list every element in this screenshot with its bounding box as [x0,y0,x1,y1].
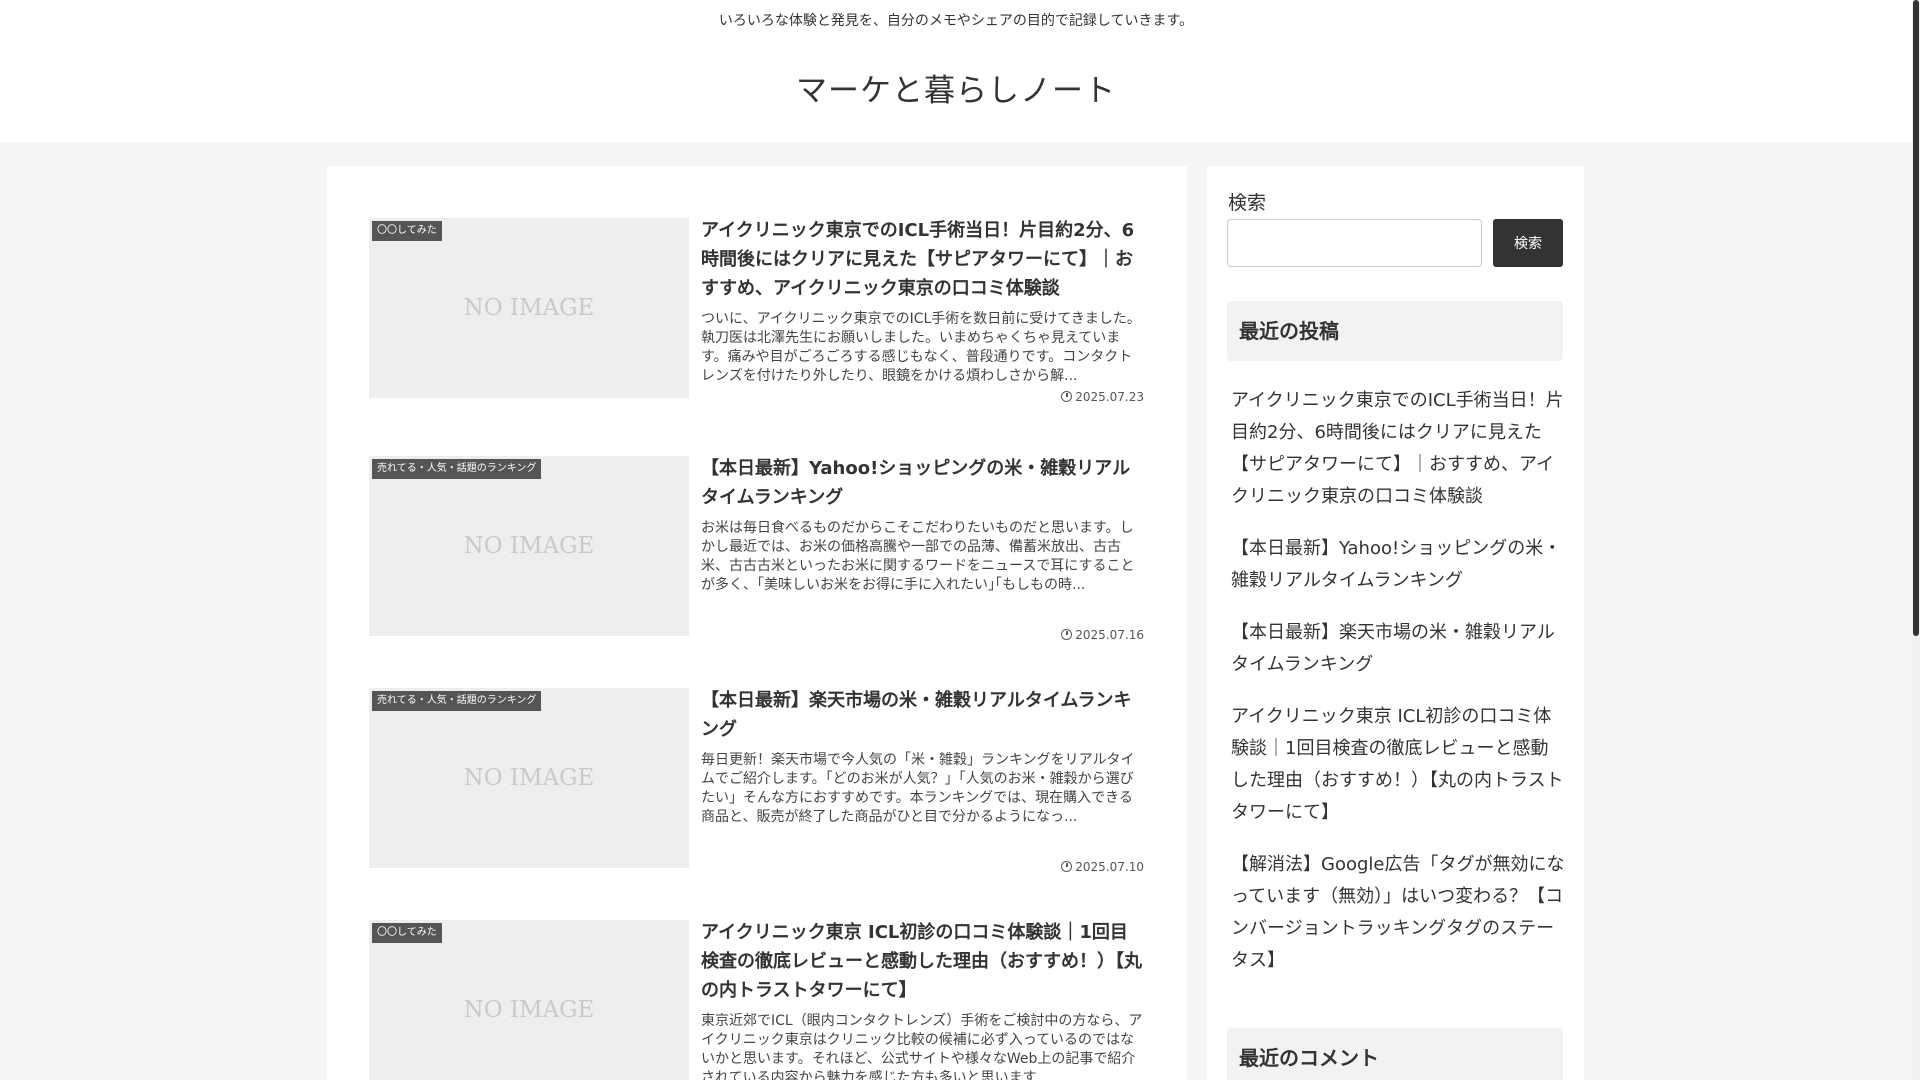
post-card[interactable]: NO IMAGE 〇〇してみた アイクリニック東京でのICL手術当日！片目約2分… [369,216,1144,404]
post-card[interactable]: NO IMAGE 〇〇してみた アイクリニック東京 ICL初診の口コミ体験談｜1… [369,920,1144,1080]
post-card-body: アイクリニック東京 ICL初診の口コミ体験談｜1回目検査の徹底レビューと感動した… [701,918,1144,1080]
post-card-body: 【本日最新】楽天市場の米・雑穀リアルタイムランキング 毎日更新！楽天市場で今人気… [701,686,1144,874]
no-image-placeholder: NO IMAGE [463,533,595,559]
post-date: 2025.07.23 [1061,390,1144,404]
category-label: 〇〇してみた [372,221,442,241]
post-card[interactable]: NO IMAGE 売れてる・人気・話題のランキング 【本日最新】楽天市場の米・雑… [369,686,1144,874]
post-snippet: お米は毎日食べるものだからこそこだわりたいものだと思います。しかし最近では、お米… [701,520,1135,593]
search-button[interactable]: 検索 [1493,219,1563,267]
list-item: アイクリニック東京でのICL手術当日！片目約2分、6時間後にはクリアに見えた【サ… [1231,385,1566,513]
recent-posts-list: アイクリニック東京でのICL手術当日！片目約2分、6時間後にはクリアに見えた【サ… [1231,385,1566,997]
post-card-body: 【本日最新】Yahoo!ショッピングの米・雑穀リアルタイムランキング お米は毎日… [701,454,1144,642]
scrollbar-thumb[interactable] [1913,0,1919,636]
recent-post-link[interactable]: 【解消法】Google広告「タグが無効になっています（無効）」はいつ変わる？【コ… [1231,849,1566,977]
clock-icon [1061,391,1073,402]
category-label: 〇〇してみた [372,923,442,943]
post-date-text: 2025.07.16 [1075,628,1144,642]
site-header: いろいろな体験と発見を、自分のメモやシェアの目的で記録していきます。 マーケと暮… [0,0,1912,142]
post-card-body: アイクリニック東京でのICL手術当日！片目約2分、6時間後にはクリアに見えた【サ… [701,216,1144,404]
no-image-placeholder: NO IMAGE [463,295,595,321]
search-label: 検索 [1228,192,1267,214]
post-date-text: 2025.07.10 [1075,860,1144,874]
recent-post-link[interactable]: 【本日最新】楽天市場の米・雑穀リアルタイムランキング [1231,617,1566,681]
clock-icon [1061,861,1073,872]
clock-icon [1061,629,1073,640]
post-date: 2025.07.10 [1061,860,1144,874]
recent-post-link[interactable]: アイクリニック東京 ICL初診の口コミ体験談｜1回目検査の徹底レビューと感動した… [1231,701,1566,829]
recent-posts-heading: 最近の投稿 [1227,301,1563,361]
post-thumbnail[interactable]: NO IMAGE 売れてる・人気・話題のランキング [369,688,689,868]
post-title[interactable]: 【本日最新】楽天市場の米・雑穀リアルタイムランキング [701,686,1144,744]
post-thumbnail[interactable]: NO IMAGE 〇〇してみた [369,218,689,398]
no-image-placeholder: NO IMAGE [463,997,595,1023]
post-thumbnail[interactable]: NO IMAGE 売れてる・人気・話題のランキング [369,456,689,636]
category-label: 売れてる・人気・話題のランキング [372,459,542,479]
page-scrollbar[interactable] [1912,0,1920,1080]
list-item: 【本日最新】楽天市場の米・雑穀リアルタイムランキング [1231,617,1566,681]
no-image-placeholder: NO IMAGE [463,765,595,791]
category-label: 売れてる・人気・話題のランキング [372,691,542,711]
post-card[interactable]: NO IMAGE 売れてる・人気・話題のランキング 【本日最新】Yahoo!ショ… [369,454,1144,642]
recent-post-link[interactable]: アイクリニック東京でのICL手術当日！片目約2分、6時間後にはクリアに見えた【サ… [1231,385,1566,513]
site-title[interactable]: マーケと暮らしノート [0,65,1912,110]
recent-post-link[interactable]: 【本日最新】Yahoo!ショッピングの米・雑穀リアルタイムランキング [1231,533,1566,597]
list-item: 【本日最新】Yahoo!ショッピングの米・雑穀リアルタイムランキング [1231,533,1566,597]
search-input[interactable] [1227,219,1482,267]
post-snippet: ついに、アイクリニック東京でのICL手術を数日前に受けてきました。執刀医は北澤先… [701,311,1141,384]
post-list: NO IMAGE 〇〇してみた アイクリニック東京でのICL手術当日！片目約2分… [327,166,1187,1080]
recent-comments-heading: 最近のコメント [1227,1028,1563,1080]
sidebar: 検索 検索 最近の投稿 アイクリニック東京でのICL手術当日！片目約2分、6時間… [1207,166,1584,1080]
post-date-text: 2025.07.23 [1075,390,1144,404]
post-title[interactable]: 【本日最新】Yahoo!ショッピングの米・雑穀リアルタイムランキング [701,454,1144,512]
list-item: アイクリニック東京 ICL初診の口コミ体験談｜1回目検査の徹底レビューと感動した… [1231,701,1566,829]
post-date: 2025.07.16 [1061,628,1144,642]
post-snippet: 東京近郊でICL（眼内コンタクトレンズ）手術をご検討中の方なら、アイクリニック東… [701,1013,1143,1080]
post-snippet: 毎日更新！楽天市場で今人気の「米・雑穀」ランキングをリアルタイムでご紹介します。… [701,752,1135,825]
list-item: 【解消法】Google広告「タグが無効になっています（無効）」はいつ変わる？【コ… [1231,849,1566,977]
post-title[interactable]: アイクリニック東京でのICL手術当日！片目約2分、6時間後にはクリアに見えた【サ… [701,216,1144,303]
site-tagline: いろいろな体験と発見を、自分のメモやシェアの目的で記録していきます。 [718,13,1194,29]
post-thumbnail[interactable]: NO IMAGE 〇〇してみた [369,920,689,1080]
post-title[interactable]: アイクリニック東京 ICL初診の口コミ体験談｜1回目検査の徹底レビューと感動した… [701,918,1144,1005]
